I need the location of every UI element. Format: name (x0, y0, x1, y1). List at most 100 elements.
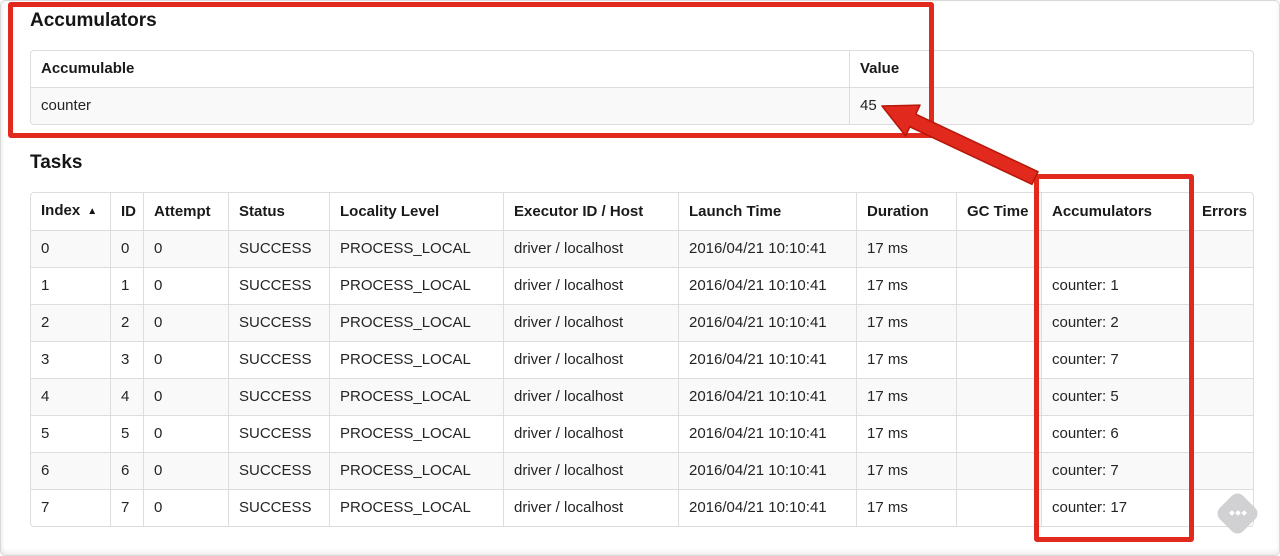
table-cell: 3 (110, 341, 143, 378)
table-cell: 17 ms (856, 304, 956, 341)
table-cell: 2016/04/21 10:10:41 (678, 415, 856, 452)
table-cell (1191, 378, 1253, 415)
table-cell (956, 304, 1041, 341)
table-cell: driver / localhost (503, 304, 678, 341)
column-header-launch-time[interactable]: Launch Time (678, 193, 856, 230)
tasks-section-title: Tasks (30, 152, 83, 173)
table-cell: counter: 7 (1041, 341, 1191, 378)
table-row: 4 4 0 SUCCESS PROCESS_LOCAL driver / loc… (31, 378, 1253, 415)
column-header-executor-id-host[interactable]: Executor ID / Host (503, 193, 678, 230)
table-cell: SUCCESS (228, 341, 329, 378)
table-cell: PROCESS_LOCAL (329, 415, 503, 452)
tasks-table: Index ▲ ID Attempt Status Locality Level … (30, 192, 1254, 527)
table-cell (1191, 415, 1253, 452)
table-cell: 2 (31, 304, 110, 341)
table-header-row: Accumulable Value (31, 51, 1253, 87)
table-cell: 4 (110, 378, 143, 415)
table-row: 3 3 0 SUCCESS PROCESS_LOCAL driver / loc… (31, 341, 1253, 378)
table-cell: 2016/04/21 10:10:41 (678, 304, 856, 341)
column-header-accumulators[interactable]: Accumulators (1041, 193, 1191, 230)
table-cell: 17 ms (856, 341, 956, 378)
table-cell (956, 267, 1041, 304)
column-label: Index (41, 202, 81, 219)
table-cell: 6 (31, 452, 110, 489)
table-cell (956, 415, 1041, 452)
table-cell: 0 (143, 452, 228, 489)
table-row: counter 45 (31, 87, 1253, 124)
table-cell: counter: 7 (1041, 452, 1191, 489)
table-cell: 17 ms (856, 267, 956, 304)
table-cell: counter: 1 (1041, 267, 1191, 304)
column-header-errors[interactable]: Errors (1191, 193, 1253, 230)
table-cell: 0 (143, 378, 228, 415)
table-cell: 7 (110, 489, 143, 526)
table-cell: driver / localhost (503, 378, 678, 415)
table-cell: SUCCESS (228, 267, 329, 304)
column-header-gc-time[interactable]: GC Time (956, 193, 1041, 230)
table-cell: 2016/04/21 10:10:41 (678, 378, 856, 415)
table-cell: counter: 17 (1041, 489, 1191, 526)
table-cell: PROCESS_LOCAL (329, 378, 503, 415)
table-cell: driver / localhost (503, 489, 678, 526)
column-header-accumulable[interactable]: Accumulable (31, 51, 849, 87)
accumulators-table: Accumulable Value counter 45 (30, 50, 1254, 125)
sort-ascending-icon: ▲ (87, 206, 98, 217)
table-row: 2 2 0 SUCCESS PROCESS_LOCAL driver / loc… (31, 304, 1253, 341)
table-cell: 2016/04/21 10:10:41 (678, 452, 856, 489)
table-cell: 0 (31, 230, 110, 267)
table-cell: 5 (110, 415, 143, 452)
table-cell (1191, 452, 1253, 489)
table-header-row: Index ▲ ID Attempt Status Locality Level … (31, 193, 1253, 230)
table-cell: 0 (143, 230, 228, 267)
table-cell: SUCCESS (228, 489, 329, 526)
table-cell: 2016/04/21 10:10:41 (678, 341, 856, 378)
column-header-index[interactable]: Index ▲ (31, 193, 110, 230)
table-cell: 17 ms (856, 452, 956, 489)
table-cell: 3 (31, 341, 110, 378)
table-cell: 17 ms (856, 415, 956, 452)
table-cell: driver / localhost (503, 452, 678, 489)
table-cell: 0 (143, 489, 228, 526)
table-cell: 7 (31, 489, 110, 526)
table-row: 0 0 0 SUCCESS PROCESS_LOCAL driver / loc… (31, 230, 1253, 267)
table-cell: PROCESS_LOCAL (329, 267, 503, 304)
table-cell: PROCESS_LOCAL (329, 452, 503, 489)
column-header-attempt[interactable]: Attempt (143, 193, 228, 230)
table-cell: counter: 2 (1041, 304, 1191, 341)
table-cell: 0 (143, 415, 228, 452)
table-cell: 0 (143, 341, 228, 378)
table-cell: driver / localhost (503, 341, 678, 378)
table-cell (956, 341, 1041, 378)
table-cell (1191, 304, 1253, 341)
column-header-id[interactable]: ID (110, 193, 143, 230)
table-cell: 4 (31, 378, 110, 415)
table-cell (1191, 230, 1253, 267)
table-cell: 0 (143, 304, 228, 341)
table-cell: 0 (110, 230, 143, 267)
table-cell (1191, 341, 1253, 378)
table-cell: SUCCESS (228, 452, 329, 489)
table-cell: 17 ms (856, 489, 956, 526)
table-cell (956, 489, 1041, 526)
table-cell: SUCCESS (228, 304, 329, 341)
table-cell: 5 (31, 415, 110, 452)
table-cell (956, 378, 1041, 415)
table-cell: driver / localhost (503, 415, 678, 452)
table-cell: 2 (110, 304, 143, 341)
column-header-duration[interactable]: Duration (856, 193, 956, 230)
table-cell: 17 ms (856, 378, 956, 415)
table-cell (1191, 267, 1253, 304)
table-cell: PROCESS_LOCAL (329, 304, 503, 341)
column-header-status[interactable]: Status (228, 193, 329, 230)
table-row: 5 5 0 SUCCESS PROCESS_LOCAL driver / loc… (31, 415, 1253, 452)
table-cell: driver / localhost (503, 230, 678, 267)
table-cell: PROCESS_LOCAL (329, 489, 503, 526)
table-cell: 2016/04/21 10:10:41 (678, 267, 856, 304)
column-header-locality-level[interactable]: Locality Level (329, 193, 503, 230)
column-header-value[interactable]: Value (849, 51, 1253, 87)
table-row: 6 6 0 SUCCESS PROCESS_LOCAL driver / loc… (31, 452, 1253, 489)
table-row: 7 7 0 SUCCESS PROCESS_LOCAL driver / loc… (31, 489, 1253, 526)
table-cell: 1 (110, 267, 143, 304)
page-content: Accumulators Accumulable Value counter 4… (30, 10, 1254, 527)
table-cell: PROCESS_LOCAL (329, 230, 503, 267)
